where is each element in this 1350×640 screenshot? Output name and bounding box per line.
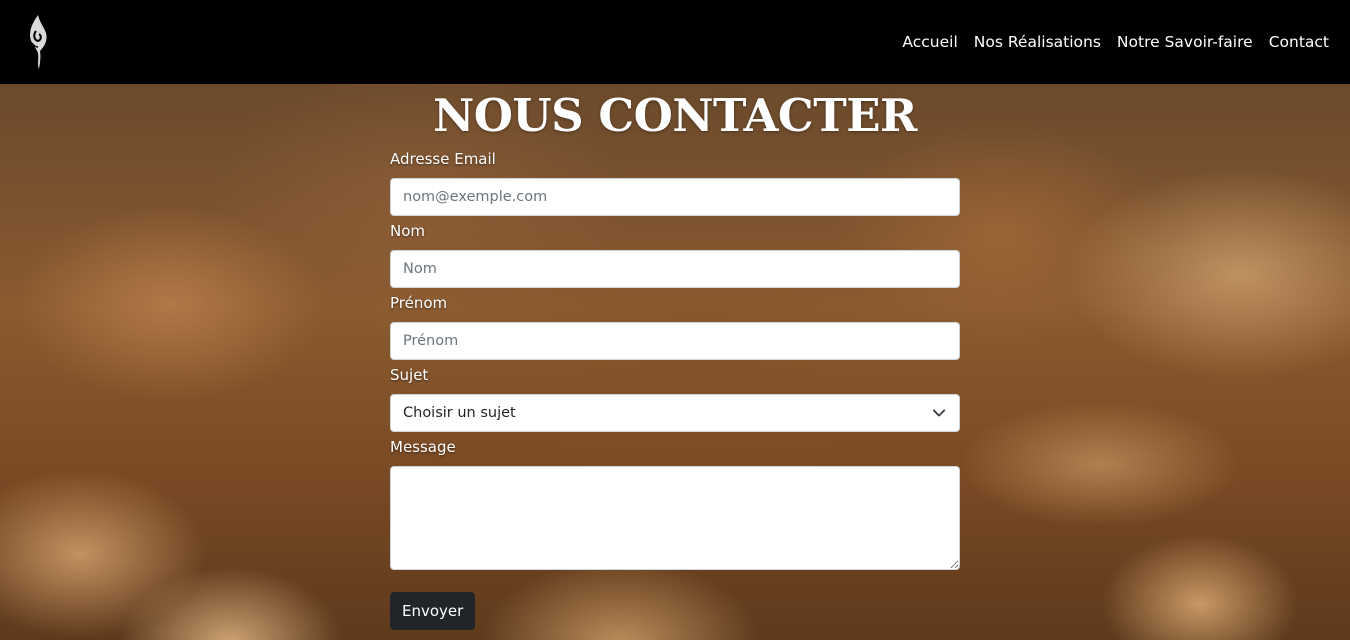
email-field[interactable] bbox=[390, 178, 960, 217]
message-textarea[interactable] bbox=[390, 466, 960, 571]
email-label: Adresse Email bbox=[390, 150, 496, 169]
prenom-field[interactable] bbox=[390, 322, 960, 361]
message-label: Message bbox=[390, 438, 456, 457]
prenom-label: Prénom bbox=[390, 294, 448, 313]
navbar: Accueil Nos Réalisations Notre Savoir-fa… bbox=[0, 0, 1350, 84]
nav-link-savoir-faire[interactable]: Notre Savoir-faire bbox=[1117, 33, 1253, 51]
contact-form: Adresse Email Nom Prénom Sujet Choisir u… bbox=[390, 148, 960, 631]
nav-links: Accueil Nos Réalisations Notre Savoir-fa… bbox=[902, 33, 1329, 51]
contact-section: NOUS CONTACTER Adresse Email Nom Prénom … bbox=[390, 84, 960, 631]
sujet-select-value: Choisir un sujet bbox=[390, 394, 960, 433]
nav-link-accueil[interactable]: Accueil bbox=[902, 33, 957, 51]
nom-field[interactable] bbox=[390, 250, 960, 289]
sujet-label: Sujet bbox=[390, 366, 429, 385]
nav-link-realisations[interactable]: Nos Réalisations bbox=[974, 33, 1101, 51]
nom-label: Nom bbox=[390, 222, 426, 241]
nav-link-contact[interactable]: Contact bbox=[1269, 33, 1329, 51]
sujet-select[interactable]: Choisir un sujet bbox=[390, 394, 960, 433]
envoyer-button[interactable]: Envoyer bbox=[390, 592, 476, 631]
stylized-feather-logo-icon[interactable] bbox=[22, 12, 54, 72]
chevron-down-icon bbox=[932, 409, 946, 417]
page-title: NOUS CONTACTER bbox=[433, 89, 917, 142]
